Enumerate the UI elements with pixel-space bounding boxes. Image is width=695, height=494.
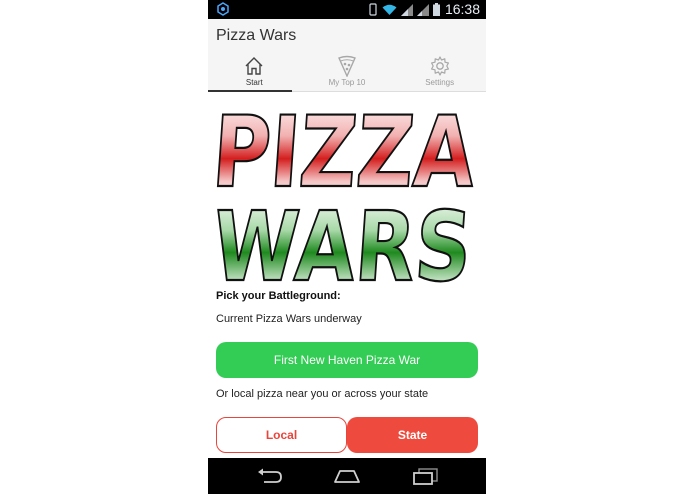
back-icon[interactable] [254, 466, 284, 486]
pizza-slice-icon [338, 55, 356, 77]
gear-icon [430, 56, 449, 76]
local-button[interactable]: Local [216, 417, 347, 453]
home-icon [245, 57, 263, 75]
app-title: Pizza Wars [216, 27, 297, 44]
tab-settings-label: Settings [425, 78, 455, 87]
status-icons [368, 3, 440, 16]
current-wars-text: Current Pizza Wars underway [216, 313, 362, 325]
tab-my-top-10[interactable]: My Top 10 [301, 52, 394, 91]
tab-start[interactable]: Start [208, 52, 301, 92]
action-bar: Pizza Wars [208, 19, 486, 52]
tab-my-top-10-label: My Top 10 [328, 78, 366, 87]
local-or-state-text: Or local pizza near you or across your s… [216, 388, 429, 400]
pizza-wars-logo: PIZZA WARS [213, 95, 480, 286]
state-button[interactable]: State [347, 417, 478, 453]
first-new-haven-war-button[interactable]: First New Haven Pizza War [216, 342, 478, 378]
tab-settings[interactable]: Settings [393, 52, 486, 91]
phone-screen: 16:38 Pizza Wars Start My Top 10 Setting… [208, 0, 486, 494]
notification-icon [217, 2, 229, 16]
status-clock: 16:38 [444, 1, 480, 17]
battery-icon [433, 3, 440, 16]
tab-start-label: Start [245, 78, 263, 87]
pick-battleground-heading: Pick your Battleground: [216, 290, 341, 302]
tab-bar: Start My Top 10 Settings [208, 52, 486, 92]
signal-icon-2 [417, 3, 429, 16]
signal-icon [401, 3, 413, 16]
home-icon[interactable] [332, 466, 362, 486]
recent-apps-icon[interactable] [410, 466, 440, 486]
vibrate-icon [369, 3, 377, 16]
logo-line-wars: WARS [213, 191, 475, 286]
status-bar: 16:38 [208, 0, 486, 19]
navigation-bar [208, 458, 486, 494]
wifi-icon [382, 4, 397, 15]
